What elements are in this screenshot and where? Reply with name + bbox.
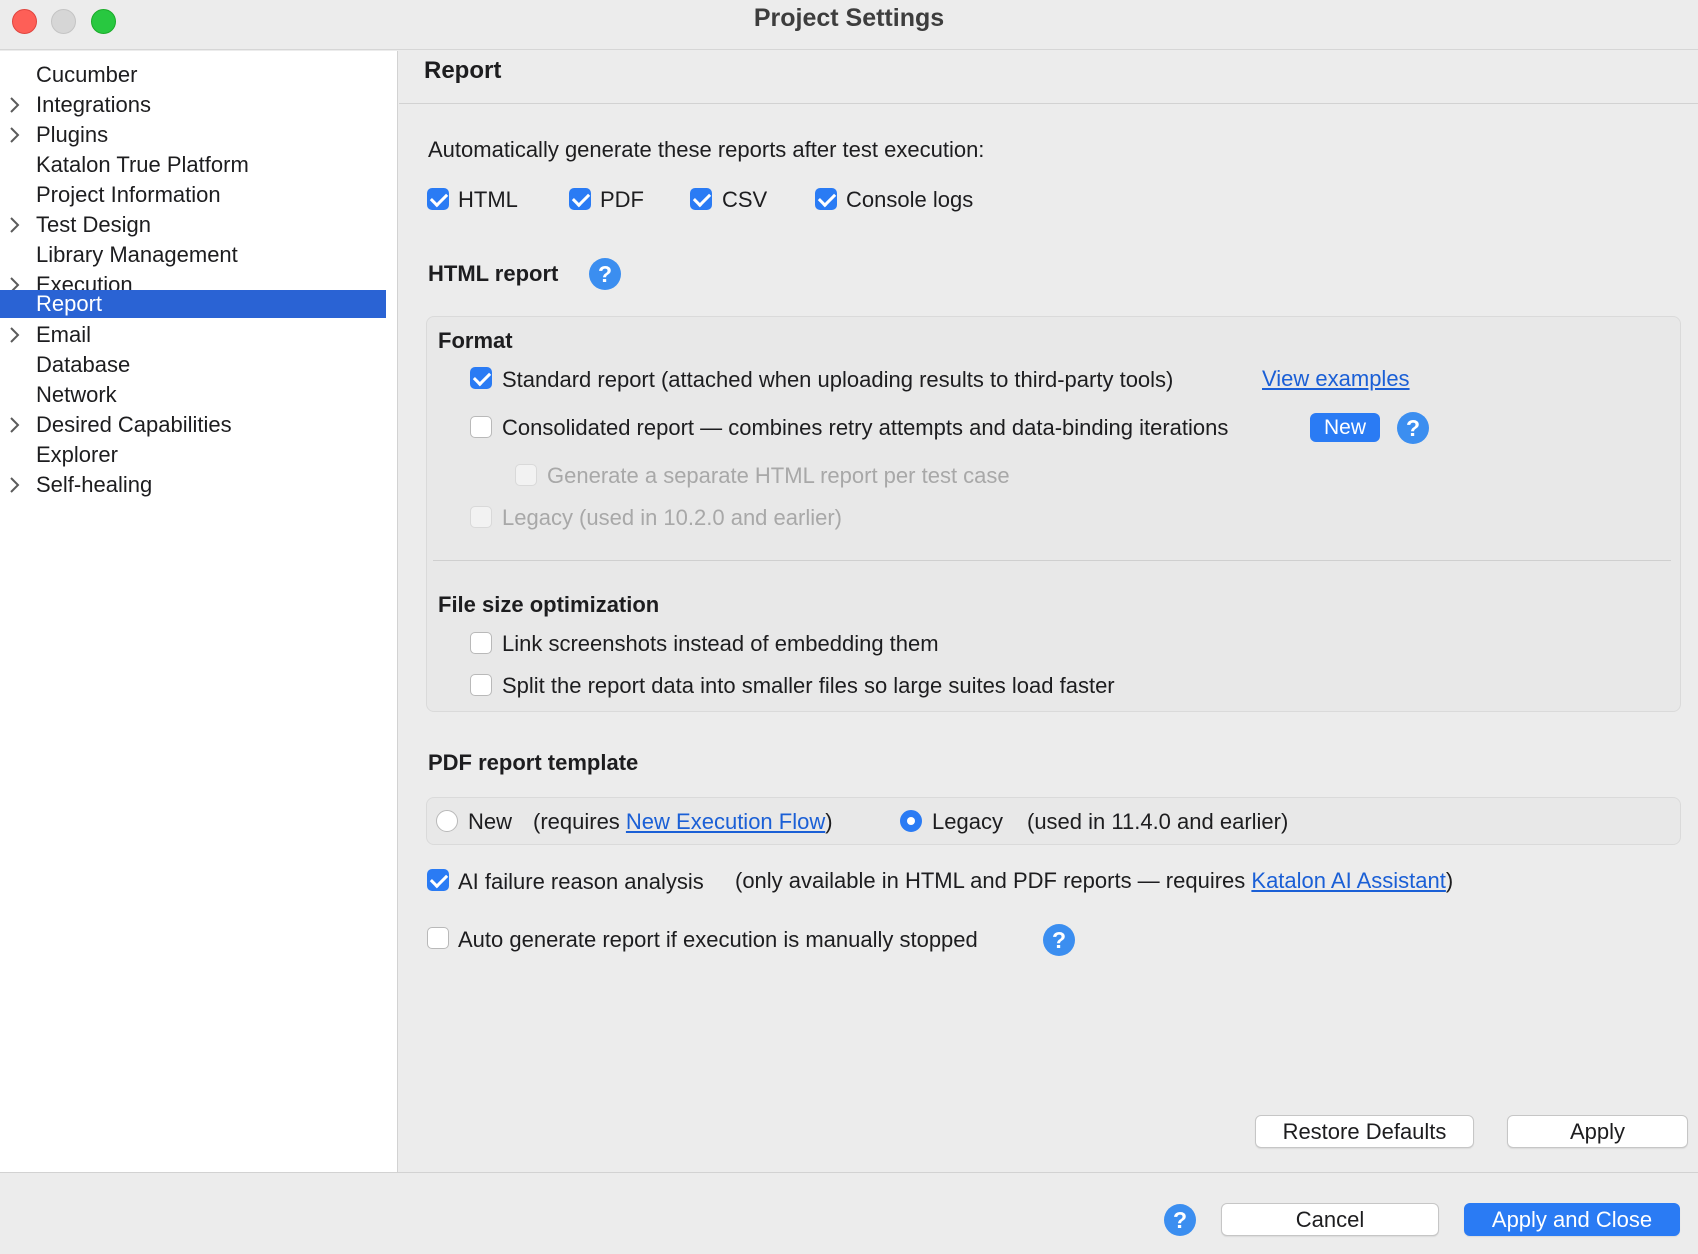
pdf-template-legacy-radio[interactable] [900, 810, 922, 832]
legacy-report-checkbox [470, 506, 492, 528]
sidebar-item-label: Email [36, 322, 92, 347]
apply-and-close-button[interactable]: Apply and Close [1464, 1203, 1680, 1236]
ai-failure-note-suffix: ) [1445, 868, 1454, 893]
sidebar-item-project-information[interactable]: Project Information [0, 181, 386, 209]
auto-stop-help-icon[interactable]: ? [1043, 924, 1075, 956]
sidebar-item-explorer[interactable]: Explorer [0, 441, 386, 469]
sidebar-item-cucumber[interactable]: Cucumber [0, 61, 386, 89]
sidebar-item-report[interactable]: Report [0, 290, 386, 318]
project-settings-window: Project Settings Cucumber Integrations P… [0, 0, 1698, 1254]
sidebar-item-desired-capabilities[interactable]: Desired Capabilities [0, 411, 386, 439]
consolidated-report-checkbox[interactable] [470, 416, 492, 438]
sidebar-item-label: Database [36, 352, 131, 377]
pdf-template-new-label[interactable]: New [468, 809, 512, 835]
window-title: Project Settings [753, 4, 945, 32]
page-title: Report [424, 57, 502, 84]
dialog-footer [0, 1172, 1698, 1254]
sidebar-item-test-design[interactable]: Test Design [0, 211, 386, 239]
html-report-heading: HTML report [428, 261, 559, 286]
csv-checkbox-label[interactable]: CSV [722, 187, 767, 213]
ai-failure-checkbox[interactable] [427, 869, 449, 891]
sidebar-item-label: Explorer [36, 442, 118, 467]
chevron-right-icon[interactable] [9, 477, 21, 493]
file-size-heading: File size optimization [438, 592, 660, 617]
auto-stop-checkbox[interactable] [427, 927, 449, 949]
ai-failure-label[interactable]: AI failure reason analysis [458, 869, 704, 895]
link-screenshots-label[interactable]: Link screenshots instead of embedding th… [502, 631, 939, 657]
sidebar-item-plugins[interactable]: Plugins [0, 121, 386, 149]
pdf-checkbox-label[interactable]: PDF [600, 187, 644, 213]
title-bar: Project Settings [0, 0, 1698, 50]
chevron-right-icon[interactable] [9, 327, 21, 343]
auto-stop-label[interactable]: Auto generate report if execution is man… [458, 927, 978, 953]
sidebar-item-network[interactable]: Network [0, 381, 386, 409]
sidebar-item-label: Desired Capabilities [36, 412, 232, 437]
chevron-right-icon[interactable] [9, 127, 21, 143]
sidebar-item-database[interactable]: Database [0, 351, 386, 379]
content-header: Report [399, 51, 1698, 104]
sidebar-item-label: Katalon True Platform [36, 152, 249, 177]
chevron-right-icon[interactable] [9, 417, 21, 433]
legacy-report-label: Legacy (used in 10.2.0 and earlier) [502, 505, 842, 530]
standard-report-checkbox[interactable] [470, 367, 492, 389]
sidebar-item-label: Plugins [36, 122, 109, 147]
sidebar-item-label: Library Management [36, 242, 238, 267]
dialog-help-icon[interactable]: ? [1164, 1204, 1196, 1236]
html-checkbox[interactable] [427, 188, 449, 210]
format-divider [433, 560, 1671, 561]
new-execution-flow-link[interactable]: New Execution Flow [626, 809, 825, 834]
pdf-template-new-note: (requires New Execution Flow) [533, 809, 833, 835]
ai-failure-note-prefix: (only available in HTML and PDF reports … [735, 868, 1252, 893]
sidebar-item-self-healing[interactable]: Self-healing [0, 471, 386, 499]
console-logs-checkbox[interactable] [815, 188, 837, 210]
separate-report-label: Generate a separate HTML report per test… [547, 463, 1010, 488]
split-data-checkbox[interactable] [470, 674, 492, 696]
katalon-ai-assistant-link[interactable]: Katalon AI Assistant [1251, 868, 1445, 893]
pdf-template-new-note-prefix: (requires [533, 809, 626, 834]
restore-defaults-button[interactable]: Restore Defaults [1255, 1115, 1474, 1148]
pdf-checkbox[interactable] [569, 188, 591, 210]
csv-checkbox[interactable] [690, 188, 712, 210]
pdf-template-new-note-suffix: ) [825, 809, 833, 834]
cancel-button[interactable]: Cancel [1221, 1203, 1439, 1236]
sidebar-item-label: Test Design [36, 212, 151, 237]
new-badge: New [1310, 413, 1380, 442]
sidebar-item-email[interactable]: Email [0, 321, 386, 349]
view-examples-link[interactable]: View examples [1262, 366, 1410, 392]
html-checkbox-label[interactable]: HTML [458, 187, 518, 213]
consolidated-report-label[interactable]: Consolidated report — combines retry att… [502, 415, 1228, 441]
format-heading: Format [438, 328, 513, 353]
apply-button[interactable]: Apply [1507, 1115, 1688, 1148]
sidebar-item-library-management[interactable]: Library Management [0, 241, 386, 269]
sidebar-item-katalon-true-platform[interactable]: Katalon True Platform [0, 151, 386, 179]
pdf-template-legacy-note: (used in 11.4.0 and earlier) [1027, 809, 1289, 834]
sidebar-item-label: Network [36, 382, 117, 407]
console-logs-checkbox-label[interactable]: Console logs [846, 187, 973, 213]
pdf-template-new-radio[interactable] [436, 810, 458, 832]
ai-failure-note: (only available in HTML and PDF reports … [735, 868, 1453, 894]
standard-report-label[interactable]: Standard report (attached when uploading… [502, 367, 1173, 393]
settings-sidebar: Cucumber Integrations Plugins Katalon Tr… [0, 51, 398, 1172]
auto-generate-heading: Automatically generate these reports aft… [428, 137, 985, 162]
chevron-right-icon[interactable] [9, 217, 21, 233]
sidebar-item-label: Integrations [36, 92, 151, 117]
pdf-template-heading: PDF report template [428, 750, 639, 775]
link-screenshots-checkbox[interactable] [470, 632, 492, 654]
sidebar-item-label: Self-healing [36, 472, 153, 497]
separate-report-checkbox [515, 464, 537, 486]
html-report-help-icon[interactable]: ? [589, 258, 621, 290]
sidebar-item-label: Project Information [36, 182, 221, 207]
chevron-right-icon[interactable] [9, 97, 21, 113]
sidebar-item-label: Cucumber [36, 62, 138, 87]
sidebar-item-label: Report [36, 291, 103, 316]
split-data-label[interactable]: Split the report data into smaller files… [502, 673, 1115, 699]
consolidated-help-icon[interactable]: ? [1397, 412, 1429, 444]
sidebar-item-integrations[interactable]: Integrations [0, 91, 386, 119]
pdf-template-legacy-label[interactable]: Legacy [932, 809, 1003, 835]
